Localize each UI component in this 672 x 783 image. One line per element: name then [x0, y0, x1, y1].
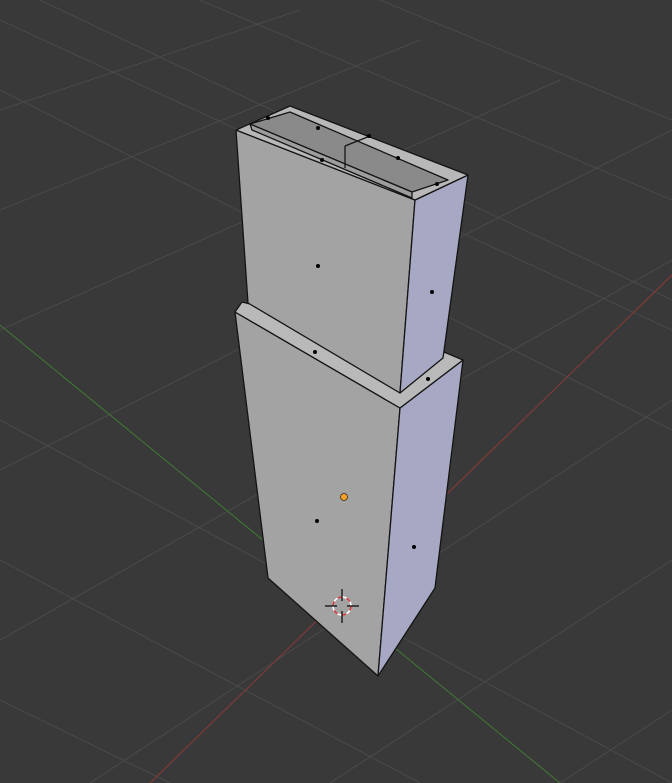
vertex[interactable]	[430, 290, 434, 294]
mesh-object[interactable]	[234, 105, 469, 677]
vertex[interactable]	[367, 134, 371, 138]
3d-viewport[interactable]	[0, 0, 672, 783]
vertex[interactable]	[313, 350, 317, 354]
viewport-canvas[interactable]	[0, 0, 672, 783]
vertex[interactable]	[320, 158, 324, 162]
vertex[interactable]	[316, 264, 320, 268]
vertex[interactable]	[316, 126, 320, 130]
vertex[interactable]	[426, 377, 430, 381]
vertex[interactable]	[396, 156, 400, 160]
vertex[interactable]	[266, 116, 270, 120]
vertex[interactable]	[412, 545, 416, 549]
vertex[interactable]	[435, 182, 439, 186]
object-origin-icon[interactable]	[340, 493, 348, 501]
vertex[interactable]	[315, 519, 319, 523]
